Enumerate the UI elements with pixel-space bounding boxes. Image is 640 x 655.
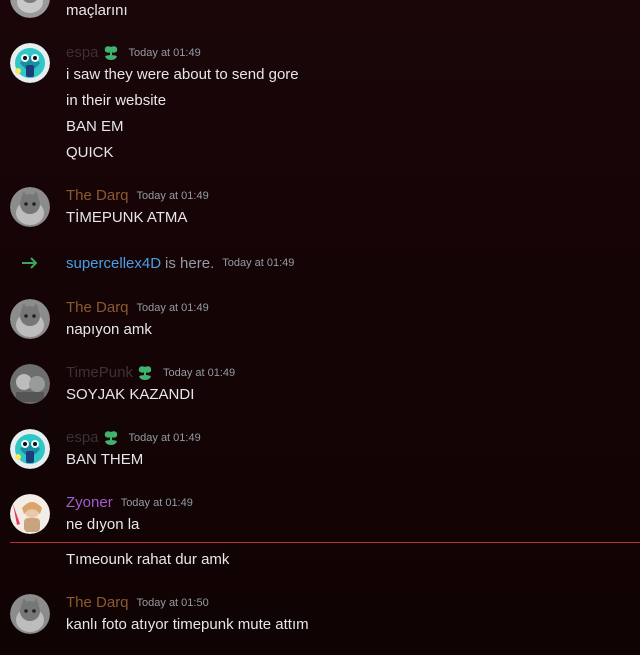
sprout-badge-icon[interactable]: [101, 428, 121, 448]
new-messages-divider: [10, 542, 640, 543]
sprout-badge-icon[interactable]: [135, 363, 155, 383]
timestamp[interactable]: Today at 01:49: [222, 254, 294, 272]
avatar[interactable]: [10, 43, 50, 83]
username[interactable]: The Darq: [66, 187, 129, 205]
username[interactable]: TimePunk: [66, 364, 133, 382]
chat-messages: maçlarını espa Today at 01:49 i saw they…: [0, 0, 640, 655]
timestamp[interactable]: Today at 01:50: [137, 594, 209, 612]
message-text: BAN EM: [66, 118, 124, 135]
timestamp[interactable]: Today at 01:49: [129, 429, 201, 447]
timestamp[interactable]: Today at 01:49: [137, 187, 209, 205]
message-text: i saw they were about to send gore: [66, 66, 299, 83]
timestamp[interactable]: Today at 01:49: [137, 299, 209, 317]
message-text: Tımeounk rahat dur amk: [66, 551, 230, 568]
message-text: kanlı foto atıyor timepunk mute attım: [66, 616, 309, 633]
join-text: is here.: [165, 254, 215, 272]
avatar[interactable]: [10, 429, 50, 469]
avatar[interactable]: [10, 299, 50, 339]
message-text: TİMEPUNK ATMA: [66, 209, 188, 226]
join-message: supercellex4D is here. Today at 01:49: [66, 254, 294, 272]
arrow-right-icon: [20, 253, 40, 273]
username[interactable]: espa: [66, 429, 99, 447]
avatar[interactable]: [10, 187, 50, 227]
username[interactable]: espa: [66, 44, 99, 62]
message-text: napıyon amk: [66, 321, 152, 338]
sprout-badge-icon[interactable]: [101, 43, 121, 63]
avatar[interactable]: [10, 594, 50, 634]
message-text: maçlarını: [66, 2, 128, 19]
message-text: in their website: [66, 92, 167, 109]
message-text: SOYJAK KAZANDI: [66, 386, 195, 403]
message-text: BAN THEM: [66, 451, 144, 468]
username[interactable]: Zyoner: [66, 494, 113, 512]
timestamp[interactable]: Today at 01:49: [163, 364, 235, 382]
avatar[interactable]: [10, 0, 50, 18]
join-username[interactable]: supercellex4D: [66, 255, 161, 272]
username[interactable]: The Darq: [66, 299, 129, 317]
timestamp[interactable]: Today at 01:49: [129, 44, 201, 62]
username[interactable]: The Darq: [66, 594, 129, 612]
message-text: ne dıyon la: [66, 516, 140, 533]
avatar[interactable]: [10, 494, 50, 534]
timestamp[interactable]: Today at 01:49: [121, 494, 193, 512]
message-text: QUICK: [66, 144, 114, 161]
avatar[interactable]: [10, 364, 50, 404]
